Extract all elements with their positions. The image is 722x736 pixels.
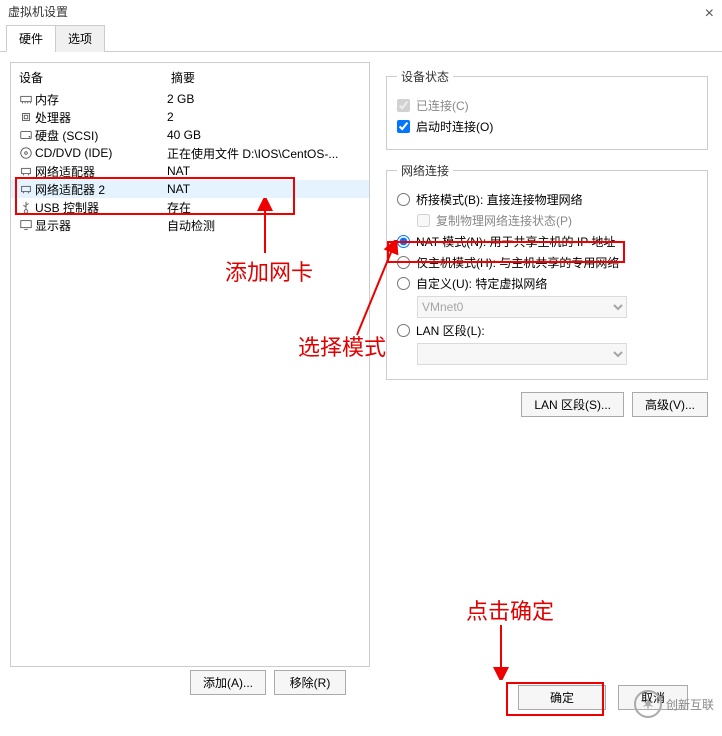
device-summary: 40 GB — [167, 128, 365, 142]
device-name: CD/DVD (IDE) — [35, 146, 167, 160]
annot-add-nic: 添加网卡 — [225, 255, 313, 287]
chk-connect-poweron[interactable] — [397, 120, 410, 133]
disc-icon — [17, 146, 35, 160]
device-panel: 设备 摘要 内存2 GB处理器2硬盘 (SCSI)40 GBCD/DVD (ID… — [10, 62, 370, 667]
device-row-7[interactable]: 显示器自动检测 — [11, 216, 369, 234]
annot-select-mode: 选择模式 — [298, 330, 386, 362]
net-icon — [17, 182, 35, 196]
device-row-2[interactable]: 硬盘 (SCSI)40 GB — [11, 126, 369, 144]
btn-remove[interactable]: 移除(R) — [274, 670, 346, 695]
device-name: 处理器 — [35, 109, 167, 126]
lbl-nat: NAT 模式(N): 用于共享主机的 IP 地址 — [416, 233, 615, 250]
tab-hardware[interactable]: 硬件 — [6, 25, 56, 52]
hdd-icon — [17, 128, 35, 142]
device-summary: 2 GB — [167, 92, 365, 106]
watermark: ✶ 创新互联 — [634, 690, 714, 718]
lbl-connected: 已连接(C) — [416, 97, 469, 114]
lbl-replicate: 复制物理网络连接状态(P) — [436, 212, 572, 229]
memory-icon — [17, 92, 35, 106]
device-summary: 2 — [167, 110, 365, 124]
btn-ok[interactable]: 确定 — [518, 685, 606, 710]
device-name: 内存 — [35, 91, 167, 108]
watermark-logo-icon: ✶ — [634, 690, 662, 718]
chk-connected — [397, 99, 410, 112]
device-name: 硬盘 (SCSI) — [35, 127, 167, 144]
lbl-bridged: 桥接模式(B): 直接连接物理网络 — [416, 191, 583, 208]
select-lanseg — [417, 343, 627, 365]
device-summary: 存在 — [167, 199, 365, 216]
netconn-legend: 网络连接 — [397, 162, 453, 179]
btn-advanced[interactable]: 高级(V)... — [632, 392, 708, 417]
network-connection-group: 网络连接 桥接模式(B): 直接连接物理网络 复制物理网络连接状态(P) NAT… — [386, 162, 708, 380]
annot-click-ok: 点击确定 — [466, 594, 554, 626]
device-summary: 正在使用文件 D:\IOS\CentOS-... — [167, 145, 365, 162]
device-row-3[interactable]: CD/DVD (IDE)正在使用文件 D:\IOS\CentOS-... — [11, 144, 369, 162]
device-name: 网络适配器 — [35, 163, 167, 180]
device-name: USB 控制器 — [35, 199, 167, 216]
tab-options[interactable]: 选项 — [55, 25, 105, 52]
net-icon — [17, 164, 35, 178]
device-row-5[interactable]: 网络适配器 2NAT — [11, 180, 369, 198]
usb-icon — [17, 200, 35, 214]
btn-add[interactable]: 添加(A)... — [190, 670, 266, 695]
display-icon — [17, 218, 35, 232]
lbl-custom: 自定义(U): 特定虚拟网络 — [416, 275, 547, 292]
col-device: 设备 — [19, 69, 171, 86]
close-icon[interactable]: × — [705, 2, 714, 26]
lbl-connect-poweron: 启动时连接(O) — [416, 118, 493, 135]
radio-nat[interactable] — [397, 235, 410, 248]
device-row-6[interactable]: USB 控制器存在 — [11, 198, 369, 216]
col-summary: 摘要 — [171, 69, 195, 86]
radio-lanseg[interactable] — [397, 324, 410, 337]
radio-custom[interactable] — [397, 277, 410, 290]
device-summary: 自动检测 — [167, 217, 365, 234]
device-row-0[interactable]: 内存2 GB — [11, 90, 369, 108]
device-row-4[interactable]: 网络适配器NAT — [11, 162, 369, 180]
radio-hostonly[interactable] — [397, 256, 410, 269]
select-vmnet: VMnet0 — [417, 296, 627, 318]
device-summary: NAT — [167, 164, 365, 178]
btn-lan-segments[interactable]: LAN 区段(S)... — [521, 392, 624, 417]
window-title: 虚拟机设置 × — [0, 0, 722, 24]
device-name: 显示器 — [35, 217, 167, 234]
device-name: 网络适配器 2 — [35, 181, 167, 198]
device-summary: NAT — [167, 182, 365, 196]
lbl-lanseg: LAN 区段(L): — [416, 322, 485, 339]
device-row-1[interactable]: 处理器2 — [11, 108, 369, 126]
device-status-legend: 设备状态 — [397, 68, 453, 85]
radio-bridged[interactable] — [397, 193, 410, 206]
device-status-group: 设备状态 已连接(C) 启动时连接(O) — [386, 68, 708, 150]
chk-replicate — [417, 214, 430, 227]
lbl-hostonly: 仅主机模式(H): 与主机共享的专用网络 — [416, 254, 619, 271]
cpu-icon — [17, 110, 35, 124]
